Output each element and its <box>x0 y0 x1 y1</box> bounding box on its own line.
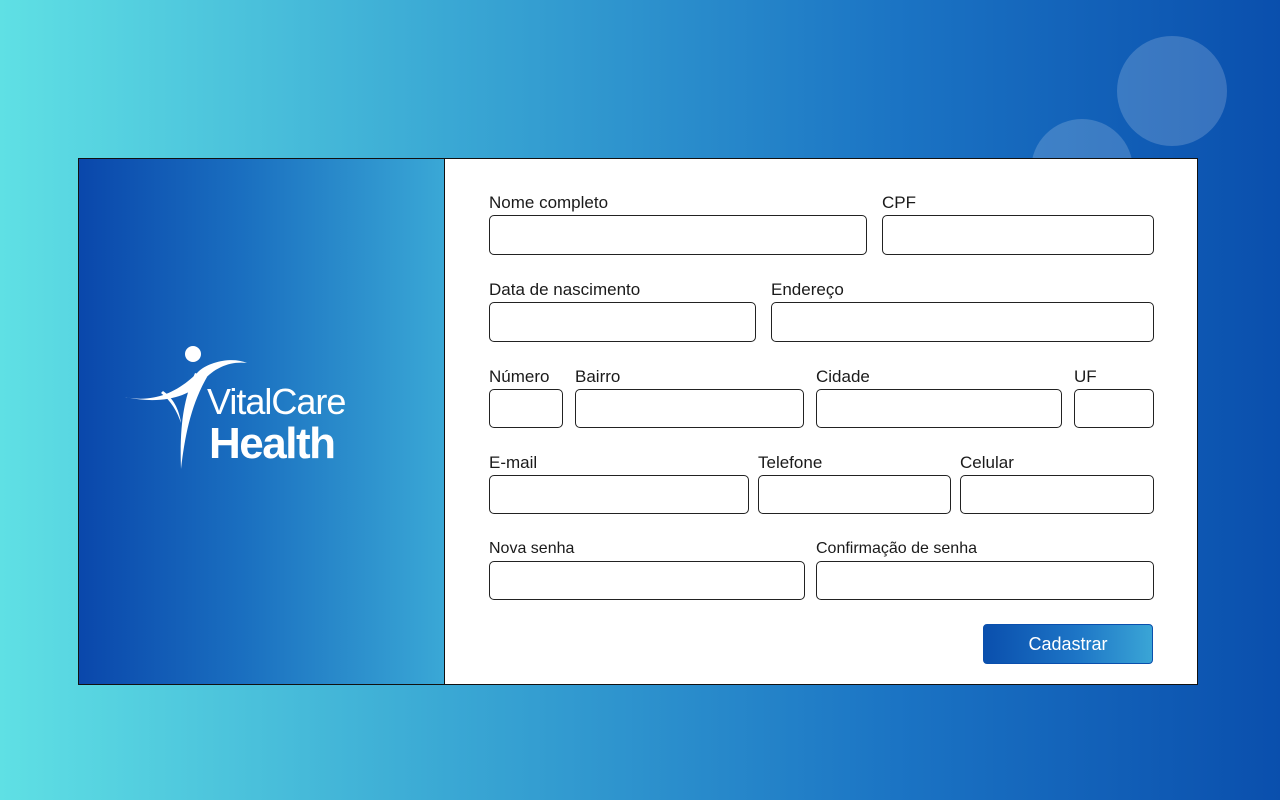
brand-name-line2: Health <box>209 419 336 468</box>
confirmacao-input[interactable] <box>816 561 1154 600</box>
email-label: E-mail <box>489 453 538 472</box>
senha-label: Nova senha <box>489 540 575 557</box>
field-senha: Nova senha <box>489 539 805 600</box>
field-bairro: Bairro <box>575 367 804 428</box>
telefone-label: Telefone <box>758 453 823 472</box>
nome-label: Nome completo <box>489 193 609 212</box>
cadastrar-button[interactable]: Cadastrar <box>983 624 1153 664</box>
field-nascimento: Data de nascimento <box>489 280 756 342</box>
email-input[interactable] <box>489 475 749 514</box>
nascimento-input[interactable] <box>489 302 756 342</box>
field-confirmacao: Confirmação de senha <box>816 539 1154 600</box>
numero-input[interactable] <box>489 389 563 428</box>
field-telefone: Telefone <box>758 453 951 514</box>
confirmacao-label: Confirmação de senha <box>816 540 977 557</box>
registration-form: Nome completo CPF Data de nascimento End… <box>445 159 1197 684</box>
telefone-input[interactable] <box>758 475 951 514</box>
field-uf: UF <box>1074 367 1154 428</box>
decorative-circle <box>1117 36 1227 146</box>
nome-input[interactable] <box>489 215 867 255</box>
cidade-label: Cidade <box>816 367 870 386</box>
field-endereco: Endereço <box>771 280 1154 342</box>
field-celular: Celular <box>960 453 1154 514</box>
field-cpf: CPF <box>882 193 1154 255</box>
endereco-input[interactable] <box>771 302 1154 342</box>
field-numero: Número <box>489 367 563 428</box>
field-email: E-mail <box>489 453 749 514</box>
senha-input[interactable] <box>489 561 805 600</box>
bairro-input[interactable] <box>575 389 804 428</box>
celular-input[interactable] <box>960 475 1154 514</box>
field-cidade: Cidade <box>816 367 1062 428</box>
registration-card: VitalCare Health Nome completo CPF Data … <box>78 158 1198 685</box>
numero-label: Número <box>489 367 550 386</box>
bairro-label: Bairro <box>575 367 621 386</box>
cpf-input[interactable] <box>882 215 1154 255</box>
nascimento-label: Data de nascimento <box>489 280 641 299</box>
cidade-input[interactable] <box>816 389 1062 428</box>
uf-label: UF <box>1074 367 1097 386</box>
endereco-label: Endereço <box>771 280 844 299</box>
brand-name-line1: VitalCare <box>207 381 346 422</box>
field-nome: Nome completo <box>489 193 867 255</box>
vitalcare-logo: VitalCare Health <box>123 343 383 473</box>
uf-input[interactable] <box>1074 389 1154 428</box>
celular-label: Celular <box>960 453 1014 472</box>
brand-panel: VitalCare Health <box>79 159 445 684</box>
cpf-label: CPF <box>882 193 916 212</box>
